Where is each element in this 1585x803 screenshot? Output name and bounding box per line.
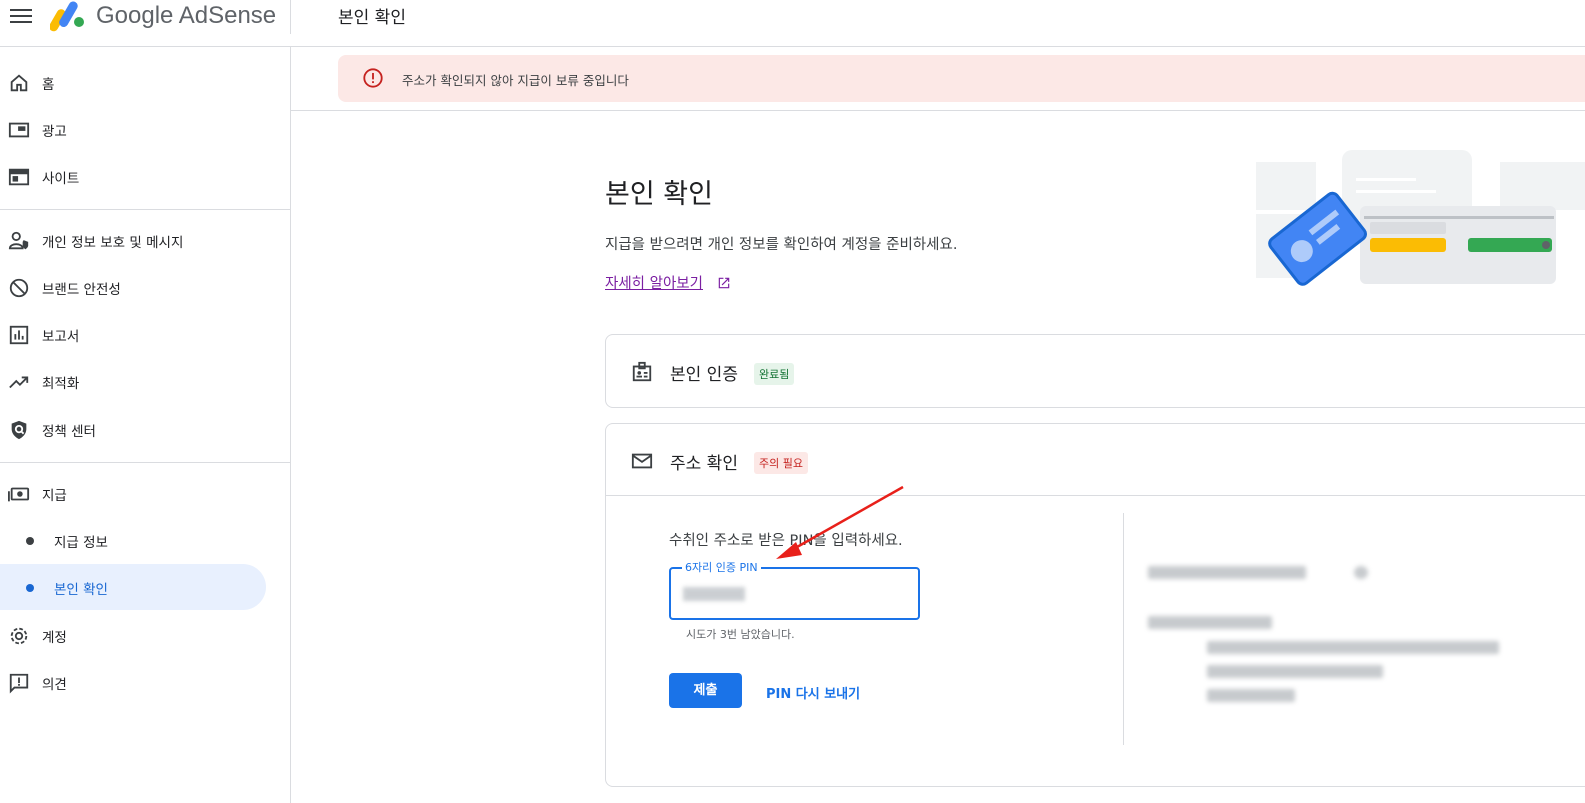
redacted-text: [1148, 566, 1306, 579]
redacted-text: [1148, 616, 1272, 629]
sidebar-item-sites[interactable]: 사이트: [0, 153, 290, 199]
payments-icon: [8, 487, 30, 502]
bullet-icon: [26, 537, 34, 545]
card-title: 본인 인증: [670, 365, 738, 385]
card-divider: [606, 495, 1585, 496]
sidebar-item-payments[interactable]: 지급: [0, 470, 290, 516]
feedback-icon: [9, 673, 29, 694]
sidebar-item-label: 지급 정보: [54, 535, 108, 551]
bullet-icon: [26, 584, 34, 592]
home-icon: [10, 74, 28, 92]
sidebar-item-label: 브랜드 안전성: [42, 282, 121, 298]
redacted-icon: [1354, 566, 1368, 579]
sites-icon: [8, 168, 30, 186]
redacted-text: [1207, 641, 1499, 654]
sidebar-divider: [0, 209, 290, 210]
submit-button[interactable]: 제출: [669, 673, 742, 708]
sidebar-item-label: 보고서: [42, 329, 80, 345]
sidebar-item-reports[interactable]: 보고서: [0, 311, 290, 357]
redacted-text: [1207, 665, 1383, 678]
hamburger-menu-icon[interactable]: [10, 5, 32, 25]
ads-icon: [8, 122, 30, 138]
sidebar-item-label: 홈: [42, 77, 55, 93]
sidebar-item-home[interactable]: 홈: [0, 59, 290, 105]
open-in-new-icon[interactable]: [717, 276, 731, 290]
id-badge-icon: [632, 361, 652, 382]
sidebar-nav: 홈 광고 사이트 개인 정보 보호 및 메시지 브랜드 안전성 보고서 최적화 …: [0, 47, 291, 803]
status-badge-attention: 주의 필요: [754, 452, 808, 474]
sidebar-item-label: 개인 정보 보호 및 메시지: [42, 235, 184, 251]
mail-icon: [631, 453, 653, 469]
sidebar-item-label: 본인 확인: [54, 582, 108, 598]
sidebar-item-ads[interactable]: 광고: [0, 106, 290, 152]
status-badge-complete: 완료됨: [754, 363, 795, 385]
sidebar-item-brand-safety[interactable]: 브랜드 안전성: [0, 264, 290, 310]
attempts-remaining-text: 시도가 3번 남았습니다.: [686, 628, 795, 641]
page-title: 본인 확인: [605, 179, 713, 210]
sidebar-item-label: 정책 센터: [42, 424, 96, 440]
verification-illustration: [1256, 150, 1585, 286]
policy-shield-icon: [11, 420, 27, 440]
sidebar-item-label: 사이트: [42, 171, 80, 187]
gear-icon: [10, 627, 28, 645]
sidebar-item-label: 광고: [42, 124, 67, 140]
sidebar-item-optimization[interactable]: 최적화: [0, 358, 290, 404]
sidebar-item-policy-center[interactable]: 정책 센터: [0, 406, 290, 452]
card-title: 주소 확인: [670, 454, 738, 474]
sidebar-item-account[interactable]: 계정: [0, 612, 290, 658]
adsense-logo: [50, 1, 84, 32]
content-divider: [291, 110, 1585, 111]
learn-more-link[interactable]: 자세히 알아보기: [605, 272, 703, 293]
top-app-bar: Google AdSense 본인 확인: [0, 0, 1585, 47]
sidebar-item-label: 최적화: [42, 376, 80, 392]
resend-pin-button[interactable]: PIN 다시 보내기: [766, 683, 860, 702]
header-divider: [290, 0, 291, 34]
sidebar-item-label: 지급: [42, 488, 67, 504]
pin-input-value-redacted: [683, 587, 745, 601]
sidebar-item-label: 의견: [42, 677, 67, 693]
redacted-text: [1207, 689, 1295, 702]
brand-name: Google AdSense: [96, 2, 277, 29]
error-icon: [363, 68, 383, 88]
payment-hold-alert: 주소가 확인되지 않아 지급이 보류 중입니다: [338, 55, 1585, 102]
privacy-icon: [8, 231, 29, 250]
pin-input-label: 6자리 인증 PIN: [682, 559, 761, 575]
sidebar-item-label: 계정: [42, 630, 67, 646]
page-subtitle: 지급을 받으려면 개인 정보를 확인하여 계정을 준비하세요.: [605, 237, 958, 253]
sidebar-item-privacy[interactable]: 개인 정보 보호 및 메시지: [0, 217, 290, 263]
identity-verification-card[interactable]: 본인 인증 완료됨: [605, 334, 1585, 408]
sidebar-divider: [0, 462, 290, 463]
annotation-arrow: [776, 485, 904, 559]
reports-icon: [9, 325, 29, 345]
sidebar-item-verification[interactable]: 본인 확인: [0, 564, 266, 610]
sidebar-item-payment-info[interactable]: 지급 정보: [0, 517, 290, 563]
section-divider: [1123, 513, 1124, 745]
sidebar-item-feedback[interactable]: 의견: [0, 659, 290, 705]
alert-text: 주소가 확인되지 않아 지급이 보류 중입니다: [402, 73, 629, 88]
header-page-title: 본인 확인: [338, 8, 406, 28]
block-icon: [9, 278, 29, 298]
trending-icon: [9, 376, 29, 389]
